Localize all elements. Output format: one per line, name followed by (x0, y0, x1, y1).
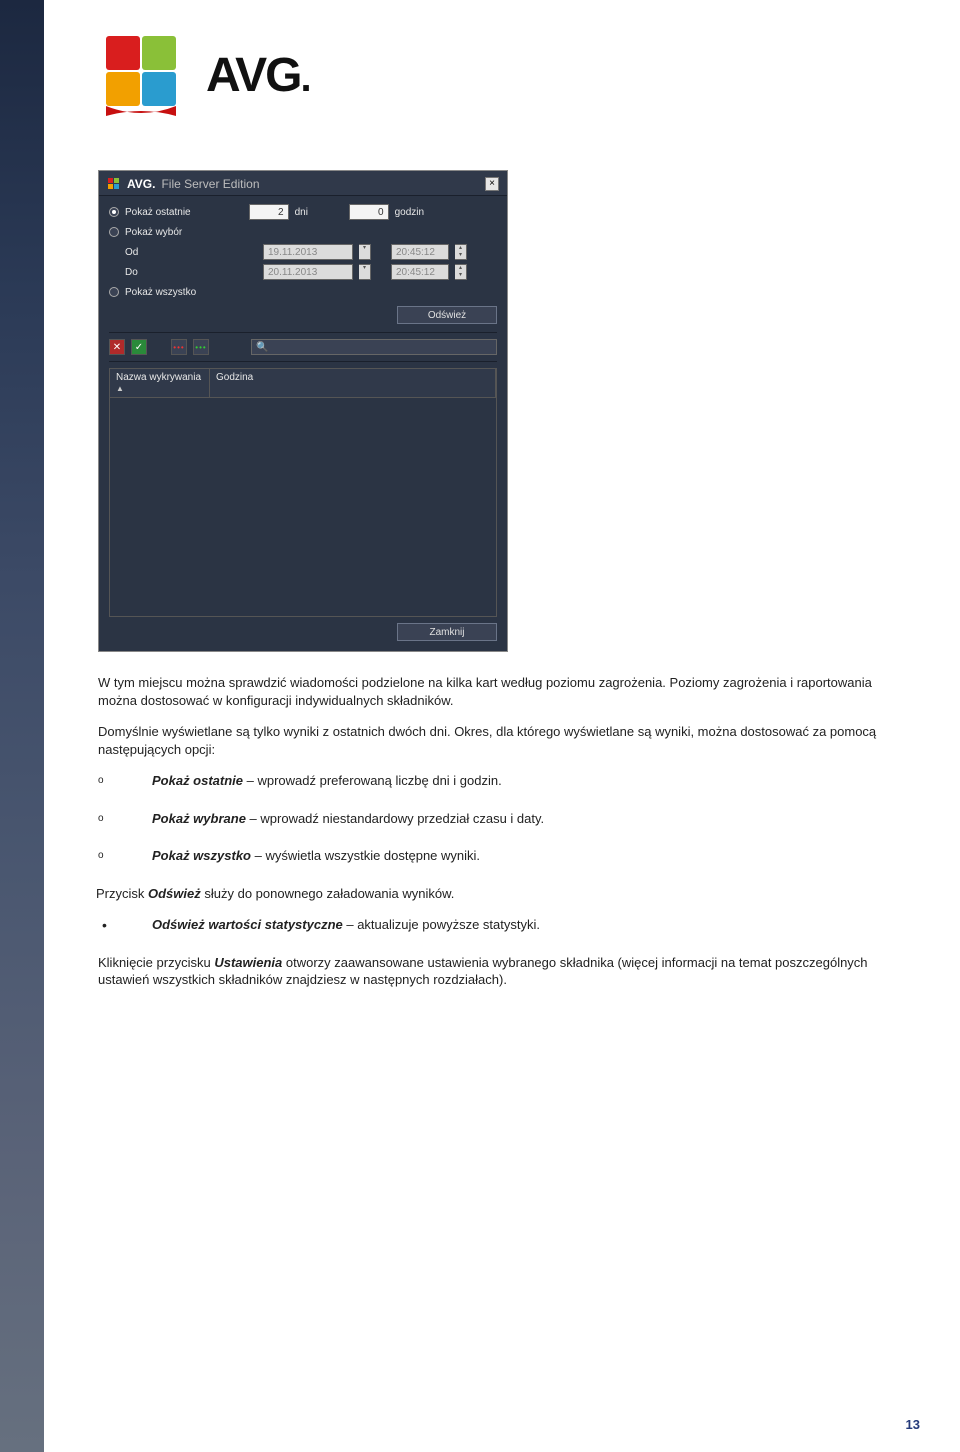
radio-icon[interactable] (109, 207, 119, 217)
col-time[interactable]: Godzina (210, 369, 496, 397)
page-content: AVG. AVG. File Server Edition × Pokaż os… (44, 0, 960, 1003)
avg-flag-icon (98, 30, 188, 120)
search-box[interactable]: 🔍 (251, 339, 497, 355)
spinner-icon[interactable]: ▴▾ (455, 244, 467, 260)
term: Odśwież (148, 886, 201, 901)
option-show-recent[interactable]: Pokaż ostatnie 2 dni 0 godzin (109, 202, 497, 222)
to-label: Do (125, 267, 155, 278)
radio-icon[interactable] (109, 287, 119, 297)
options-list: Pokaż ostatnie – wprowadź preferowaną li… (98, 772, 900, 902)
option-label: Pokaż wszystko (125, 287, 196, 298)
logo-text: AVG. (206, 48, 310, 103)
avg-mini-icon (107, 177, 121, 191)
date-from-input[interactable]: 19.11.2013 (263, 244, 353, 260)
option-name: Pokaż wszystko (152, 848, 251, 863)
app-body: Pokaż ostatnie 2 dni 0 godzin Pokaż wybó… (99, 196, 507, 651)
option-label: Pokaż wybór (125, 227, 182, 238)
search-input[interactable] (272, 342, 492, 353)
list-item: Pokaż ostatnie – wprowadź preferowaną li… (124, 772, 900, 790)
option-show-selection[interactable]: Pokaż wybór (109, 222, 497, 242)
paragraph: Domyślnie wyświetlane są tylko wyniki z … (98, 723, 900, 758)
option-name: Pokaż ostatnie (152, 773, 243, 788)
side-stripe (0, 0, 44, 1452)
dropdown-icon[interactable]: ▾ (359, 264, 371, 280)
toolbar: ✕ ✓ ••• ••• 🔍 (109, 332, 497, 362)
from-label: Od (125, 247, 155, 258)
close-button[interactable]: × (485, 177, 499, 191)
row-to: Do 20.11.2013 ▾ 20:45:12 ▴▾ (109, 262, 497, 282)
hours-input[interactable]: 0 (349, 204, 389, 220)
filter-red-icon[interactable]: ••• (171, 339, 187, 355)
app-title-sub: File Server Edition (161, 177, 259, 191)
option-desc: – wprowadź niestandardowy przedział czas… (246, 811, 544, 826)
option-label: Pokaż ostatnie (125, 207, 191, 218)
list-item: Pokaż wszystko – wyświetla wszystkie dos… (124, 847, 900, 865)
paragraph: W tym miejscu można sprawdzić wiadomości… (98, 674, 900, 709)
logo: AVG. (98, 30, 900, 120)
filter-green-icon[interactable]: ••• (193, 339, 209, 355)
list-item: Pokaż wybrane – wprowadź niestandardowy … (124, 810, 900, 828)
option-name: Pokaż wybrane (152, 811, 246, 826)
radio-icon[interactable] (109, 227, 119, 237)
page-number: 13 (906, 1417, 920, 1432)
option-show-all[interactable]: Pokaż wszystko (109, 282, 497, 302)
dropdown-icon[interactable]: ▾ (359, 244, 371, 260)
app-window: AVG. File Server Edition × Pokaż ostatni… (98, 170, 508, 652)
table-body[interactable] (109, 397, 497, 617)
delete-icon[interactable]: ✕ (109, 339, 125, 355)
spinner-icon[interactable]: ▴▾ (455, 264, 467, 280)
col-name[interactable]: Nazwa wykrywania (110, 369, 210, 397)
app-titlebar: AVG. File Server Edition × (99, 171, 507, 196)
bullet-list: Odśwież wartości statystyczne – aktualiz… (98, 916, 900, 934)
bullet-name: Odśwież wartości statystyczne (152, 917, 343, 932)
list-item: Odśwież wartości statystyczne – aktualiz… (124, 916, 900, 934)
table-header: Nazwa wykrywania Godzina (109, 368, 497, 397)
option-desc: – wyświetla wszystkie dostępne wyniki. (251, 848, 480, 863)
hours-label: godzin (395, 207, 435, 218)
days-input[interactable]: 2 (249, 204, 289, 220)
refresh-button[interactable]: Odśwież (397, 306, 497, 324)
time-from-input[interactable]: 20:45:12 (391, 244, 449, 260)
paragraph: Przycisk Odśwież służy do ponownego zała… (96, 885, 900, 903)
app-footer: Zamknij (109, 617, 497, 643)
days-label: dni (295, 207, 343, 218)
app-title-brand: AVG. (127, 177, 155, 191)
time-to-input[interactable]: 20:45:12 (391, 264, 449, 280)
document-text: W tym miejscu można sprawdzić wiadomości… (98, 674, 900, 989)
option-desc: – wprowadź preferowaną liczbę dni i godz… (243, 773, 502, 788)
search-icon: 🔍 (256, 342, 268, 353)
bullet-desc: – aktualizuje powyższe statystyki. (343, 917, 540, 932)
term: Ustawienia (214, 955, 282, 970)
row-from: Od 19.11.2013 ▾ 20:45:12 ▴▾ (109, 242, 497, 262)
paragraph: Kliknięcie przycisku Ustawienia otworzy … (98, 954, 900, 989)
date-to-input[interactable]: 20.11.2013 (263, 264, 353, 280)
accept-icon[interactable]: ✓ (131, 339, 147, 355)
close-dialog-button[interactable]: Zamknij (397, 623, 497, 641)
